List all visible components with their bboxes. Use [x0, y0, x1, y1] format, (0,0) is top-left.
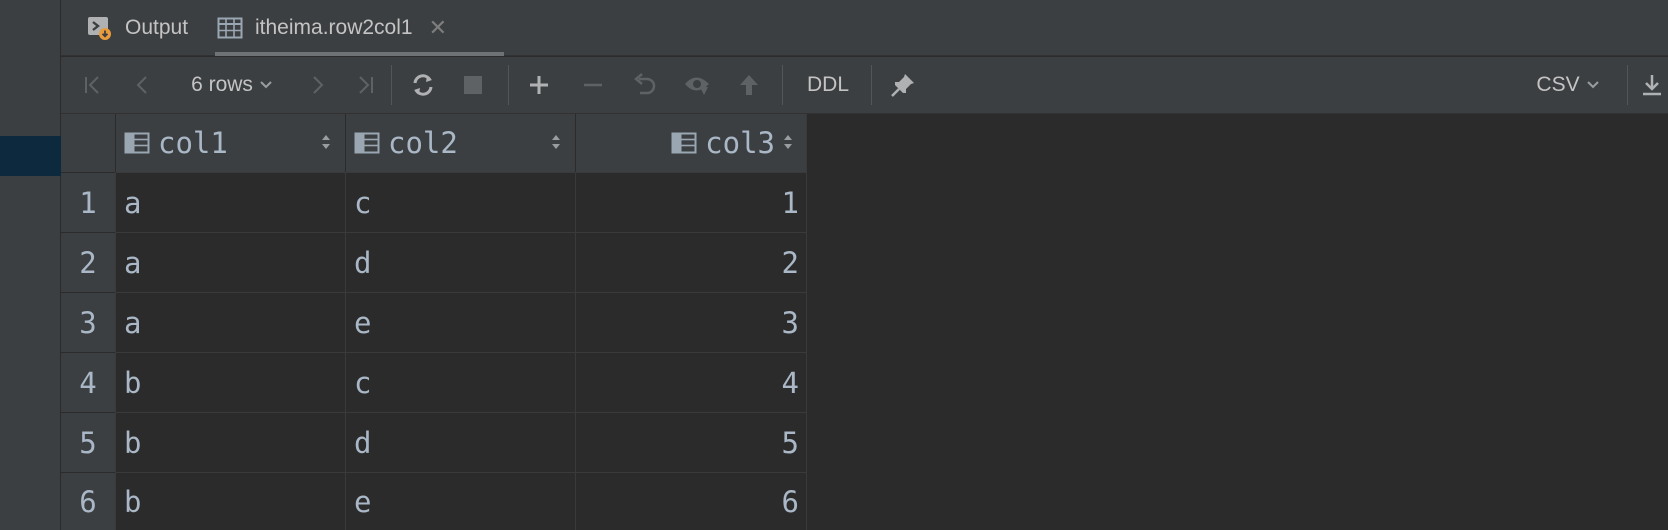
toolbar-separator: [391, 65, 392, 105]
export-format-dropdown[interactable]: CSV: [1523, 57, 1613, 113]
row-number[interactable]: 1: [61, 172, 115, 232]
last-page-icon[interactable]: [345, 57, 385, 113]
grid-border: [806, 114, 807, 530]
chevron-down-icon: [1586, 80, 1600, 90]
table-cell[interactable]: a: [115, 172, 345, 232]
row-number[interactable]: 2: [61, 232, 115, 292]
tab-bar: Output itheima.row2col1 ✕: [61, 0, 1668, 56]
console-output-icon: [87, 15, 113, 41]
rows-count-label: 6 rows: [191, 73, 253, 96]
tab-table-itheima-row2col1[interactable]: itheima.row2col1 ✕: [217, 0, 457, 56]
column-header-label: col3: [705, 126, 775, 160]
table-cell[interactable]: c: [345, 172, 575, 232]
rows-count-dropdown[interactable]: 6 rows: [177, 57, 287, 113]
active-tab-indicator: [215, 52, 504, 56]
grid-corner[interactable]: [61, 114, 115, 172]
left-gutter: [0, 0, 61, 530]
table-cell[interactable]: 6: [575, 472, 807, 530]
delete-row-icon[interactable]: [573, 57, 613, 113]
table-cell[interactable]: b: [115, 352, 345, 412]
add-row-icon[interactable]: [519, 57, 559, 113]
first-page-icon[interactable]: [73, 57, 113, 113]
table-cell[interactable]: 1: [575, 172, 807, 232]
close-icon[interactable]: ✕: [429, 17, 447, 39]
table-cell[interactable]: b: [115, 412, 345, 472]
table-cell[interactable]: e: [345, 472, 575, 530]
submit-icon[interactable]: [729, 57, 769, 113]
row-number[interactable]: 6: [61, 472, 115, 530]
pin-icon[interactable]: [883, 57, 923, 113]
preview-changes-icon[interactable]: [677, 57, 717, 113]
sort-icon[interactable]: [783, 134, 793, 150]
revert-icon[interactable]: [625, 57, 665, 113]
toolbar-separator: [1627, 65, 1628, 105]
table-cell[interactable]: 5: [575, 412, 807, 472]
tab-table-label: itheima.row2col1: [255, 16, 413, 39]
stop-icon[interactable]: [453, 57, 493, 113]
toolbar-separator: [871, 65, 872, 105]
table-cell[interactable]: a: [115, 232, 345, 292]
next-page-icon[interactable]: [297, 57, 337, 113]
table-cell[interactable]: 4: [575, 352, 807, 412]
tab-output-label: Output: [125, 16, 189, 39]
ddl-button[interactable]: DDL: [793, 57, 863, 113]
sort-icon[interactable]: [321, 134, 331, 150]
column-icon: [671, 131, 697, 155]
row-number[interactable]: 3: [61, 292, 115, 352]
row-number[interactable]: 5: [61, 412, 115, 472]
tab-output[interactable]: Output: [87, 0, 188, 56]
column-header-label: col2: [388, 126, 458, 160]
export-format-label: CSV: [1536, 73, 1580, 96]
table-cell[interactable]: b: [115, 472, 345, 530]
table-cell[interactable]: d: [345, 232, 575, 292]
results-toolbar: 6 rows DDL CSV: [61, 57, 1668, 114]
chevron-down-icon: [259, 80, 273, 90]
column-header-col2[interactable]: col2: [345, 114, 575, 172]
refresh-icon[interactable]: [403, 57, 443, 113]
column-header-col1[interactable]: col1: [115, 114, 345, 172]
table-cell[interactable]: d: [345, 412, 575, 472]
table-cell[interactable]: 3: [575, 292, 807, 352]
column-icon: [124, 131, 150, 155]
table-cell[interactable]: 2: [575, 232, 807, 292]
ddl-label: DDL: [806, 73, 849, 96]
gutter-selection-highlight: [0, 136, 61, 176]
sort-icon[interactable]: [551, 134, 561, 150]
row-number[interactable]: 4: [61, 352, 115, 412]
toolbar-separator: [782, 65, 783, 105]
column-header-col3[interactable]: col3: [575, 114, 807, 172]
column-header-label: col1: [158, 126, 228, 160]
toolbar-separator: [508, 65, 509, 105]
column-icon: [354, 131, 380, 155]
table-cell[interactable]: a: [115, 292, 345, 352]
previous-page-icon[interactable]: [123, 57, 163, 113]
table-cell[interactable]: e: [345, 292, 575, 352]
table-cell[interactable]: c: [345, 352, 575, 412]
download-icon[interactable]: [1641, 57, 1668, 113]
table-icon: [217, 16, 243, 40]
result-grid: col1 col2 col3 1 a c 1 2 a d 2 3 a e 3 4…: [61, 114, 807, 530]
